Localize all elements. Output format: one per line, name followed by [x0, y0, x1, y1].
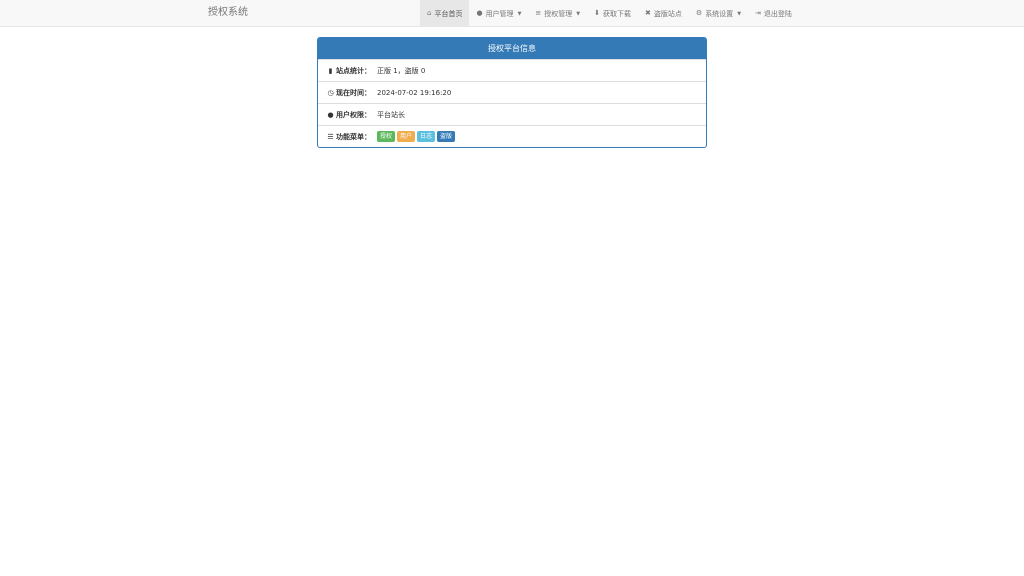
- nav-item-label: 退出登陆: [763, 9, 792, 18]
- user-menu-button[interactable]: 用户: [397, 131, 416, 142]
- nav-item-label: 系统设置: [705, 9, 734, 18]
- list-icon: ≡: [535, 9, 542, 17]
- panel-title: 授权平台信息: [318, 38, 706, 59]
- row-label: 现在时间：: [336, 88, 371, 97]
- pirate-menu-button[interactable]: 盗版: [437, 131, 456, 142]
- log-menu-button[interactable]: 日志: [417, 131, 436, 142]
- row-label: 用户权限：: [336, 110, 371, 119]
- nav-item-label: 用户管理: [485, 9, 514, 18]
- caret-down-icon: ▼: [517, 10, 522, 17]
- license-menu-button[interactable]: 授权: [377, 131, 396, 142]
- download-icon: ⬇: [594, 9, 601, 17]
- row-label: 功能菜单：: [336, 132, 371, 141]
- nav-item-download[interactable]: ⬇ 获取下载: [587, 0, 638, 27]
- list-item-user-permission: ● 用户权限： 平台站长: [318, 103, 706, 125]
- close-icon: ✖: [645, 9, 651, 17]
- row-label: 站点统计：: [336, 66, 371, 75]
- top-navbar: 授权系统 ⌂ 平台首页 ● 用户管理 ▼ ≡ 授权管理 ▼ ⬇ 获取下载 ✖ 盗…: [0, 0, 1024, 27]
- nav-item-label: 获取下载: [603, 9, 632, 18]
- row-value: 平台站长: [377, 110, 405, 119]
- home-icon: ⌂: [427, 9, 432, 17]
- stats-icon: ▮: [328, 66, 333, 75]
- nav-item-label: 盗版站点: [653, 9, 682, 18]
- nav-menu: ⌂ 平台首页 ● 用户管理 ▼ ≡ 授权管理 ▼ ⬇ 获取下载 ✖ 盗版站点 ⚙…: [420, 0, 799, 27]
- gear-icon: ⚙: [695, 9, 703, 17]
- nav-item-logout[interactable]: ⇥ 退出登陆: [748, 0, 799, 27]
- caret-down-icon: ▼: [576, 10, 581, 17]
- row-value: 正版 1，盗版 0: [377, 66, 426, 75]
- nav-item-license-management[interactable]: ≡ 授权管理 ▼: [528, 0, 587, 27]
- nav-item-pirate-sites[interactable]: ✖ 盗版站点: [638, 0, 689, 27]
- brand-title[interactable]: 授权系统: [208, 0, 248, 27]
- logout-icon: ⇥: [755, 9, 761, 17]
- drop-icon: ●: [327, 110, 334, 119]
- nav-item-label: 授权管理: [544, 9, 573, 18]
- list-item-function-menu: ☰ 功能菜单： 授权 用户 日志 盗版: [318, 125, 706, 147]
- row-value: 2024-07-02 19:16:20: [377, 88, 452, 97]
- user-icon: ●: [476, 9, 483, 17]
- info-panel: 授权平台信息 ▮ 站点统计： 正版 1，盗版 0 ◷ 现在时间： 2024-07…: [317, 37, 707, 148]
- list-item-current-time: ◷ 现在时间： 2024-07-02 19:16:20: [318, 81, 706, 103]
- nav-item-home[interactable]: ⌂ 平台首页: [420, 0, 470, 27]
- nav-item-label: 平台首页: [434, 9, 463, 18]
- nav-item-system-settings[interactable]: ⚙ 系统设置 ▼: [689, 0, 748, 27]
- nav-item-user-management[interactable]: ● 用户管理 ▼: [469, 0, 528, 27]
- menu-buttons: 授权 用户 日志 盗版: [377, 131, 456, 142]
- clock-icon: ◷: [327, 88, 334, 97]
- menu-list-icon: ☰: [327, 132, 334, 141]
- caret-down-icon: ▼: [737, 10, 742, 17]
- list-item-site-stats: ▮ 站点统计： 正版 1，盗版 0: [318, 59, 706, 81]
